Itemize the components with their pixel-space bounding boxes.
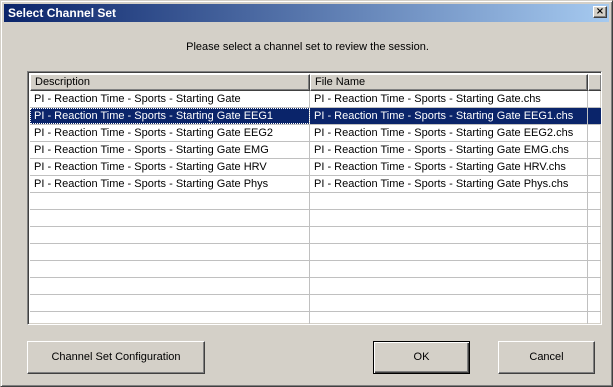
file-name-cell — [310, 244, 588, 260]
description-cell: PI - Reaction Time - Sports - Starting G… — [30, 125, 310, 141]
filler-cell — [588, 210, 601, 226]
empty-row — [30, 244, 601, 261]
description-cell — [30, 210, 310, 226]
description-cell — [30, 227, 310, 243]
filler-cell — [588, 108, 601, 124]
description-cell: PI - Reaction Time - Sports - Starting G… — [30, 159, 310, 175]
instruction-text: Please select a channel set to review th… — [186, 41, 429, 53]
table-row[interactable]: PI - Reaction Time - Sports - Starting G… — [30, 108, 601, 125]
table-row[interactable]: PI - Reaction Time - Sports - Starting G… — [30, 142, 601, 159]
column-header-file-name[interactable]: File Name — [310, 74, 588, 91]
empty-row — [30, 261, 601, 278]
channel-set-list[interactable]: Description File Name PI - Reaction Time… — [27, 71, 602, 325]
filler-cell — [588, 227, 601, 243]
table-row[interactable]: PI - Reaction Time - Sports - Starting G… — [30, 125, 601, 142]
table-row[interactable]: PI - Reaction Time - Sports - Starting G… — [30, 159, 601, 176]
table-row[interactable]: PI - Reaction Time - Sports - Starting G… — [30, 176, 601, 193]
empty-row — [30, 278, 601, 295]
empty-row — [30, 295, 601, 312]
file-name-cell: PI - Reaction Time - Sports - Starting G… — [310, 142, 588, 158]
filler-cell — [588, 125, 601, 141]
file-name-cell: PI - Reaction Time - Sports - Starting G… — [310, 108, 588, 124]
filler-cell — [588, 176, 601, 192]
description-cell: PI - Reaction Time - Sports - Starting G… — [30, 142, 310, 158]
filler-cell — [588, 91, 601, 107]
file-name-cell: PI - Reaction Time - Sports - Starting G… — [310, 125, 588, 141]
file-name-cell: PI - Reaction Time - Sports - Starting G… — [310, 159, 588, 175]
file-name-cell: PI - Reaction Time - Sports - Starting G… — [310, 91, 588, 107]
description-cell: PI - Reaction Time - Sports - Starting G… — [30, 108, 310, 124]
filler-cell — [588, 244, 601, 260]
description-cell — [30, 244, 310, 260]
list-rows: PI - Reaction Time - Sports - Starting G… — [30, 91, 601, 324]
filler-cell — [588, 193, 601, 209]
column-header-description[interactable]: Description — [30, 74, 310, 91]
filler-cell — [588, 295, 601, 311]
empty-row — [30, 227, 601, 244]
column-header-extra[interactable] — [588, 74, 601, 91]
empty-row — [30, 210, 601, 227]
file-name-cell — [310, 261, 588, 277]
description-cell — [30, 295, 310, 311]
filler-cell — [588, 261, 601, 277]
table-row[interactable]: PI - Reaction Time - Sports - Starting G… — [30, 91, 601, 108]
file-name-cell — [310, 210, 588, 226]
empty-row — [30, 312, 601, 324]
select-channel-set-dialog: Select Channel Set × Please select a cha… — [0, 0, 613, 387]
description-cell — [30, 312, 310, 324]
description-cell — [30, 261, 310, 277]
ok-button[interactable]: OK — [373, 341, 470, 374]
empty-row — [30, 193, 601, 210]
channel-set-configuration-button[interactable]: Channel Set Configuration — [27, 341, 205, 374]
description-cell: PI - Reaction Time - Sports - Starting G… — [30, 176, 310, 192]
filler-cell — [588, 312, 601, 324]
description-cell — [30, 278, 310, 294]
window-title: Select Channel Set — [8, 6, 117, 20]
file-name-cell — [310, 227, 588, 243]
description-cell — [30, 193, 310, 209]
title-bar[interactable]: Select Channel Set × — [4, 4, 609, 22]
file-name-cell: PI - Reaction Time - Sports - Starting G… — [310, 176, 588, 192]
file-name-cell — [310, 295, 588, 311]
filler-cell — [588, 159, 601, 175]
cancel-button[interactable]: Cancel — [498, 341, 595, 374]
filler-cell — [588, 142, 601, 158]
file-name-cell — [310, 193, 588, 209]
file-name-cell — [310, 312, 588, 324]
list-header: Description File Name — [30, 74, 601, 91]
close-icon[interactable]: × — [593, 6, 607, 18]
filler-cell — [588, 278, 601, 294]
description-cell: PI - Reaction Time - Sports - Starting G… — [30, 91, 310, 107]
file-name-cell — [310, 278, 588, 294]
